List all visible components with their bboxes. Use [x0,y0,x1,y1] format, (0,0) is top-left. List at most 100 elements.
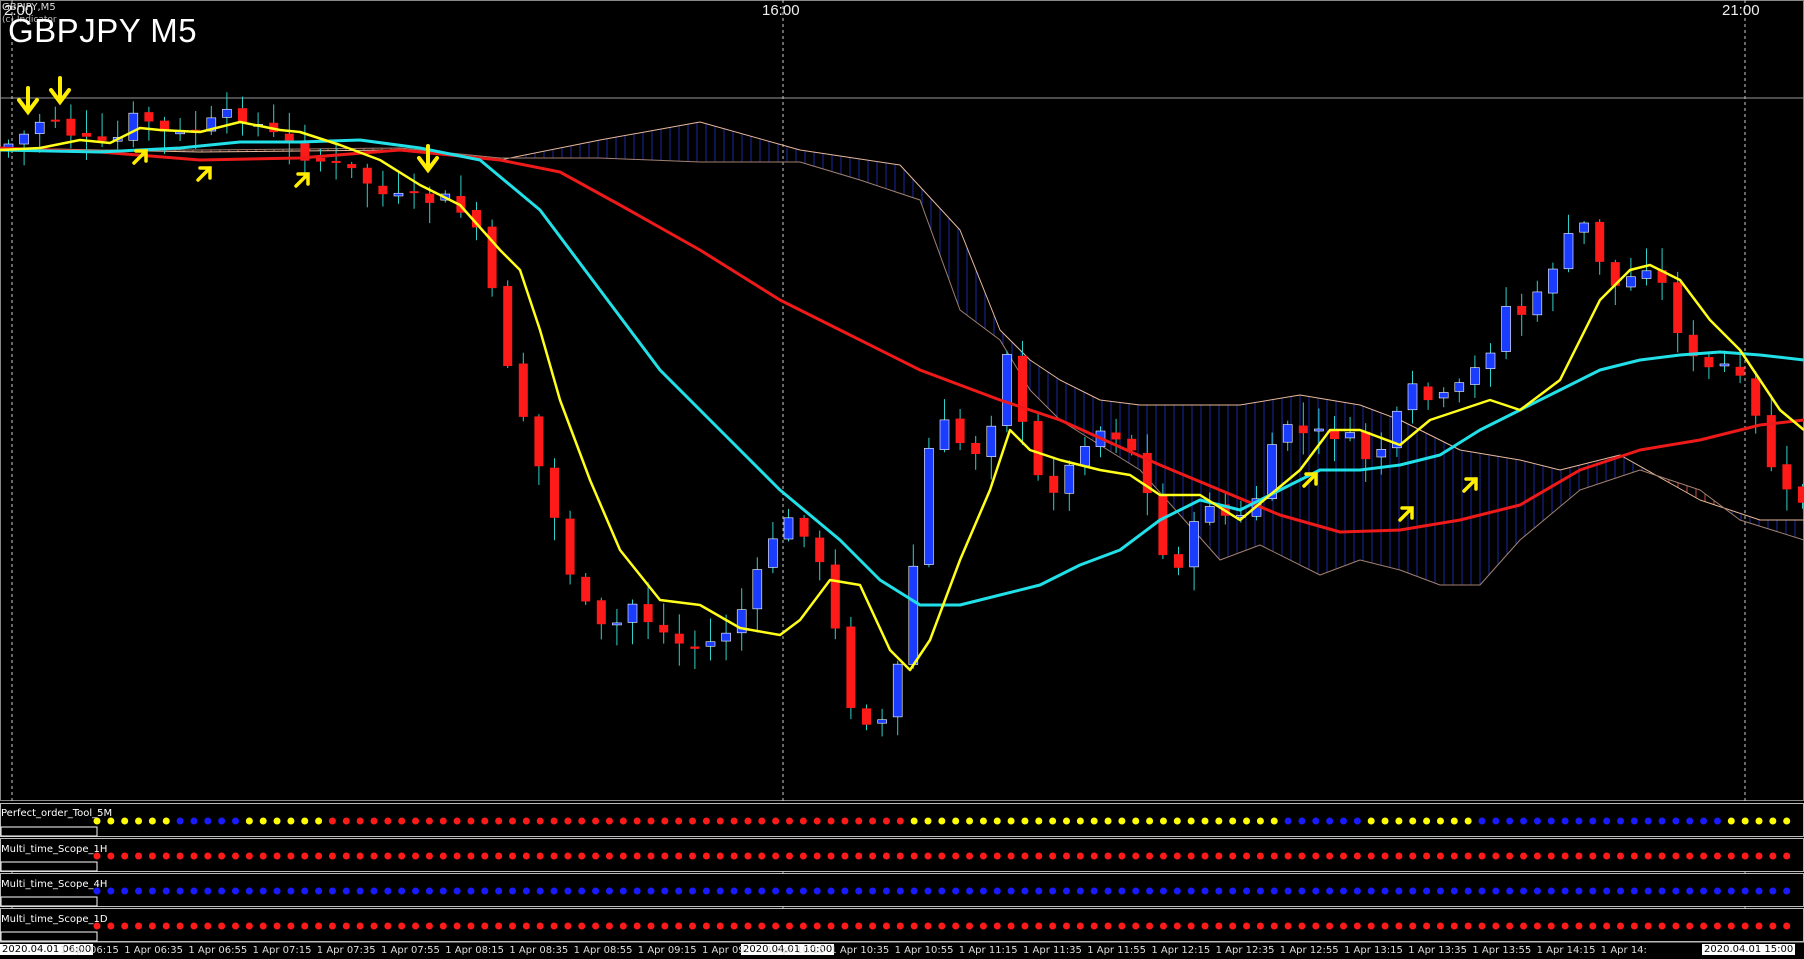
signal-dot [1450,852,1458,860]
signal-dot [1381,817,1389,825]
bear-candle [1158,495,1168,556]
ma-slow-line [0,146,1804,534]
bull-candle [783,517,794,540]
signal-dot [1118,817,1126,825]
signal-dot [1381,887,1389,895]
signal-dot [619,852,627,860]
signal-dot [1118,922,1126,930]
signal-dot [1340,887,1347,895]
signal-dot [827,817,835,825]
signal-dot [370,852,378,860]
signal-dot [841,817,849,825]
signal-dot [1589,852,1597,860]
bear-candle [1033,420,1043,476]
signal-dot [952,817,960,825]
price-chart[interactable] [0,0,1804,959]
bull-candle [752,569,763,610]
signal-dot [619,817,627,825]
subpanel-label-scope-4h: Multi_time_Scope_4H [1,879,108,890]
signal-dot [1146,852,1154,860]
signal-dot [578,817,586,825]
signal-dot [1492,817,1500,825]
signal-dot [1049,887,1057,895]
signal-dot [1478,887,1486,895]
indicator-subpanels [0,803,1804,943]
x-axis-tick-label: 1 Apr 06:35 [124,945,184,956]
signal-dot [786,852,793,860]
signal-dot [1450,817,1458,825]
signal-dot [1617,922,1624,930]
signal-dot [1630,817,1638,825]
signal-dot [1367,922,1375,930]
signal-dot [1035,887,1043,895]
signal-dot [1256,922,1264,930]
signal-dot [605,852,613,860]
signal-dot [190,817,198,825]
bear-candle [347,164,357,169]
bear-candle [1174,554,1183,568]
signal-dot [439,817,447,825]
bull-candle [34,121,45,134]
signal-dot [1423,852,1431,860]
signal-dot [938,887,946,895]
signal-dot [1312,887,1320,895]
signal-dot [896,817,904,825]
signal-dot [1063,817,1070,825]
bull-candle [1282,424,1293,443]
bear-candle [425,193,435,203]
signal-dot [1630,887,1638,895]
signal-dot [1326,817,1334,825]
signal-dot [1076,817,1084,825]
bear-candle [1018,355,1027,422]
signal-dot [786,887,793,895]
signal-dot [453,922,461,930]
bear-candle [565,518,575,575]
signal-dot [1561,817,1569,825]
signal-dot [1076,852,1084,860]
bear-candle [97,136,107,141]
signal-dot [1672,922,1680,930]
signal-dot [148,887,156,895]
signal-dot [1104,852,1112,860]
signal-dot [1104,887,1112,895]
signal-dot [979,922,987,930]
signal-dot [1298,852,1306,860]
signal-dot [1229,852,1237,860]
signal-dot [1741,852,1749,860]
signal-dot [536,922,544,930]
signal-dot [1755,817,1763,825]
signal-dot [979,817,987,825]
x-axis-tick-label: 1 Apr 10:15 [766,945,826,956]
signal-dot [1783,887,1791,895]
signal-dot [1035,922,1043,930]
signal-dot [1007,887,1015,895]
signal-dot [689,817,697,825]
signal-dot [135,887,143,895]
signal-dot [522,817,530,825]
signal-dot [813,817,821,825]
signal-dot [1769,852,1777,860]
signal-dot [342,922,350,930]
signal-dot [1769,922,1777,930]
signal-dot [1201,922,1209,930]
signal-dot [1063,852,1070,860]
signal-dot [993,922,1001,930]
signal-dot [412,922,420,930]
signal-dot [1713,817,1721,825]
x-axis-tick-label: 1 Apr 10:35 [830,945,890,956]
signal-dot [1367,852,1375,860]
signal-dot [273,922,281,930]
signal-dot [952,887,960,895]
signal-dot [675,852,683,860]
signal-dot [1755,922,1763,930]
signal-dot [453,817,461,825]
signal-dot [509,852,516,860]
signal-dot [730,817,738,825]
signal-dot [1589,817,1597,825]
bull-candle [1501,306,1511,352]
signal-dot [896,922,904,930]
signal-dot [1007,922,1015,930]
signal-dot [1506,887,1514,895]
signal-dot [1561,887,1569,895]
signal-dot [1506,852,1514,860]
